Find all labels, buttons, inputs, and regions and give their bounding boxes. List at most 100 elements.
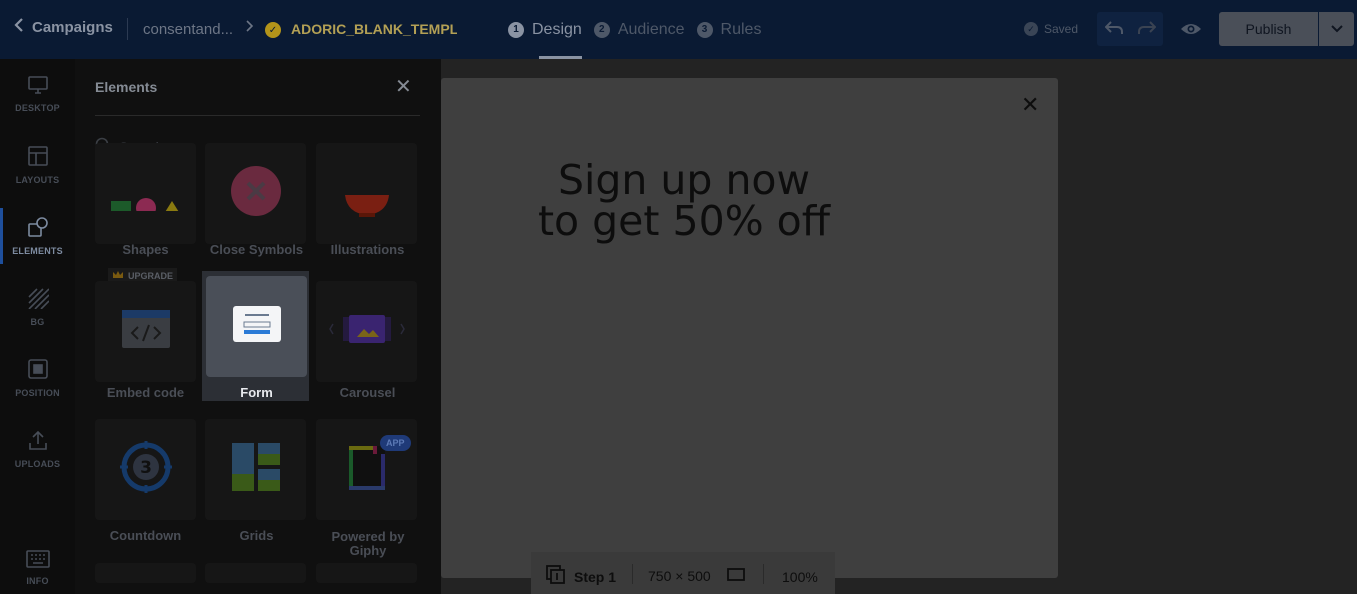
rail-label: DESKTOP (15, 103, 60, 113)
grid-images-icon (231, 442, 281, 497)
copy-pages-icon (546, 565, 566, 588)
keyboard-icon (25, 550, 50, 570)
step-label: Audience (617, 20, 685, 38)
giphy-icon (345, 442, 389, 497)
step-rules-tab[interactable]: 3 Rules (696, 0, 762, 59)
shapes-icon (106, 171, 186, 218)
tile-label: Grids (239, 528, 274, 543)
canvas-status-bar: Step 1 750 × 500 100% (531, 552, 835, 594)
canvas-size[interactable]: 750 × 500 (648, 567, 745, 584)
tile-label: Illustrations (330, 242, 405, 257)
rail-item-elements[interactable]: ELEMENTS (0, 206, 75, 266)
crown-icon (112, 270, 124, 281)
more-tile[interactable] (95, 563, 196, 583)
chevron-down-icon (1330, 22, 1343, 36)
form-tile[interactable] (206, 276, 307, 377)
step-audience-tab[interactable]: 2 Audience (593, 0, 685, 59)
countdown-icon: 3 (118, 439, 174, 500)
headline-line: to get 50% off (537, 197, 831, 245)
preview-eye-icon[interactable] (1177, 14, 1205, 44)
panel-title: Elements (95, 79, 158, 95)
rail-label: POSITION (15, 388, 60, 398)
divider (763, 564, 764, 584)
shapes-icon (27, 216, 49, 240)
embed-code-tile[interactable] (95, 281, 196, 382)
carousel-tile[interactable] (316, 281, 417, 382)
rail-item-layouts[interactable]: LAYOUTS (0, 135, 75, 195)
step-label: Rules (720, 20, 762, 38)
publish-button[interactable]: Publish (1219, 12, 1318, 46)
bowl-illustration-icon (337, 161, 397, 226)
undo-icon[interactable] (1104, 19, 1123, 40)
canvas-headline[interactable]: Sign up now to get 50% off (515, 160, 853, 242)
tile-label: Carousel (339, 385, 396, 400)
step-label: Design (532, 20, 582, 38)
more-tile[interactable] (316, 563, 417, 583)
back-label: Campaigns (32, 18, 113, 36)
size-label: 750 × 500 (648, 567, 711, 584)
step-selector[interactable]: Step 1 (546, 565, 616, 588)
left-tool-rail: DESKTOP LAYOUTS ELEMENTS BG POSITION UPL… (0, 59, 75, 594)
countdown-digit: 3 (140, 458, 152, 478)
close-symbol-icon (226, 161, 286, 226)
tile-label: Close Symbols (209, 242, 304, 257)
countdown-tile[interactable]: 3 (95, 419, 196, 520)
saved-label: Saved (1044, 22, 1079, 36)
illustrations-tile[interactable] (316, 143, 417, 244)
top-bar: Campaigns consentand... ✓ ADORIC_BLANK_T… (0, 0, 1357, 59)
upload-icon (27, 429, 49, 453)
divider (632, 564, 633, 584)
tile-label: Countdown (109, 528, 182, 543)
check-circle-icon: ✓ (1024, 22, 1038, 36)
wizard-steps: 1 Design 2 Audience 3 Rules (508, 0, 773, 59)
step-number: 2 (593, 21, 610, 38)
step-number: 1 (508, 21, 524, 38)
close-icon[interactable]: ✕ (395, 77, 412, 97)
headline-line: Sign up now (557, 156, 811, 204)
shapes-tile[interactable] (95, 143, 196, 244)
layout-icon (27, 145, 49, 169)
publish-dropdown-button[interactable] (1319, 12, 1354, 46)
rail-item-uploads[interactable]: UPLOADS (0, 419, 75, 479)
rail-label: INFO (26, 576, 49, 586)
step-label: Step 1 (574, 568, 617, 585)
stripes-icon (27, 287, 50, 311)
rail-item-desktop[interactable]: DESKTOP (0, 64, 75, 124)
tile-label: Form (240, 385, 273, 400)
redo-icon[interactable] (1137, 19, 1156, 40)
rail-label: BG (30, 317, 45, 327)
rail-item-info[interactable]: INFO (0, 538, 75, 594)
app-badge: APP (380, 435, 411, 451)
rail-label: UPLOADS (14, 459, 61, 469)
grids-tile[interactable] (205, 419, 306, 520)
position-icon (27, 358, 49, 382)
rail-item-position[interactable]: POSITION (0, 348, 75, 408)
saved-status: ✓ Saved (1024, 22, 1078, 36)
elements-panel: Elements ✕ Shapes Close Symbols Illustra… (75, 59, 441, 594)
undo-redo-group (1097, 12, 1163, 46)
close-symbols-tile[interactable] (205, 143, 306, 244)
code-window-icon (121, 309, 171, 354)
zoom-level[interactable]: 100% (782, 569, 818, 585)
campaign-name[interactable]: ADORIC_BLANK_TEMPL (291, 21, 457, 37)
project-name-link[interactable]: consentand... (143, 21, 233, 38)
step-design-tab[interactable]: 1 Design (508, 0, 582, 59)
form-icon (232, 305, 282, 348)
divider (127, 18, 128, 40)
rail-label: LAYOUTS (15, 175, 60, 185)
more-tile[interactable] (205, 563, 306, 583)
popup-canvas[interactable] (441, 78, 1058, 578)
rail-item-bg[interactable]: BG (0, 277, 75, 337)
upgrade-label: UPGRADE (128, 270, 174, 281)
check-circle-icon: ✓ (265, 22, 281, 38)
chevron-left-icon (14, 18, 24, 36)
close-icon[interactable]: ✕ (1021, 94, 1039, 116)
tile-label: Embed code (106, 385, 185, 400)
tile-label: Shapes (122, 242, 169, 257)
step-number: 3 (696, 21, 713, 38)
rail-label: ELEMENTS (12, 246, 63, 256)
tile-label: Powered by Giphy (331, 529, 405, 558)
carousel-icon (327, 309, 407, 354)
monitor-icon (27, 75, 49, 97)
back-to-campaigns-link[interactable]: Campaigns (14, 18, 113, 36)
